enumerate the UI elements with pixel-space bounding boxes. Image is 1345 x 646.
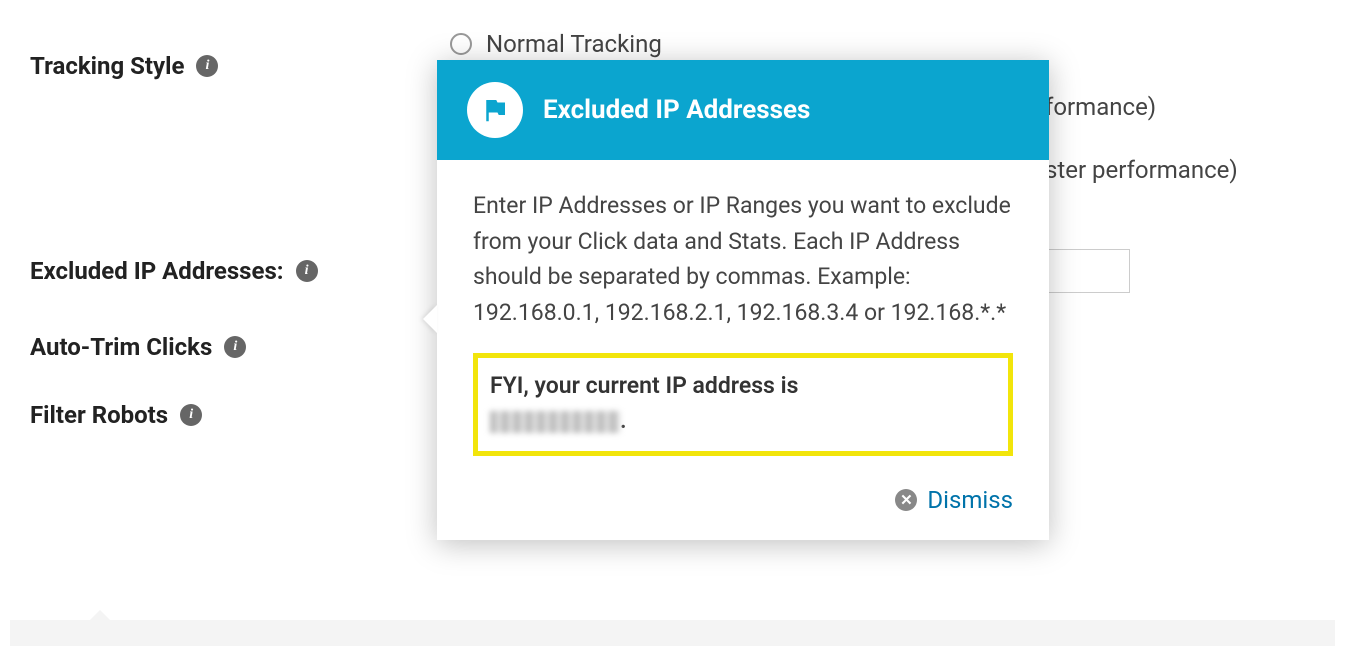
fyi-text: FYI, your current IP address is bbox=[490, 372, 798, 399]
label-tracking-style: Tracking Style i bbox=[30, 30, 450, 80]
current-ip-box: FYI, your current IP address is . bbox=[473, 353, 1013, 456]
tooltip-footer: ✕ Dismiss bbox=[437, 478, 1049, 540]
tooltip-header: Excluded IP Addresses bbox=[437, 60, 1049, 160]
label-text: Filter Robots bbox=[30, 401, 168, 429]
radio-option-2[interactable]: formance) bbox=[1045, 93, 1345, 121]
info-icon[interactable]: i bbox=[196, 55, 218, 77]
info-icon[interactable]: i bbox=[224, 336, 246, 358]
tooltip-excluded-ip: Excluded IP Addresses Enter IP Addresses… bbox=[437, 60, 1049, 540]
radio-normal-tracking[interactable]: Normal Tracking bbox=[450, 30, 1345, 58]
tooltip-body: Enter IP Addresses or IP Ranges you want… bbox=[437, 160, 1049, 478]
radio-icon bbox=[450, 33, 472, 55]
close-icon: ✕ bbox=[895, 489, 917, 511]
settings-form: Tracking Style i Normal Tracking formanc… bbox=[0, 0, 1345, 429]
label-filter-robots: Filter Robots i bbox=[30, 401, 450, 429]
option-label-partial: ster performance) bbox=[1045, 156, 1238, 184]
label-text: Excluded IP Addresses: bbox=[30, 257, 284, 285]
tooltip-description: Enter IP Addresses or IP Ranges you want… bbox=[473, 188, 1013, 331]
tooltip-arrow-icon bbox=[423, 305, 437, 333]
label-excluded-ip: Excluded IP Addresses: i bbox=[30, 249, 450, 285]
radio-option-3[interactable]: ster performance) bbox=[1045, 156, 1345, 184]
label-auto-trim: Auto-Trim Clicks i bbox=[30, 333, 450, 361]
ip-address-redacted bbox=[490, 411, 620, 433]
label-text: Tracking Style bbox=[30, 52, 184, 80]
label-text: Auto-Trim Clicks bbox=[30, 333, 212, 361]
tooltip-title: Excluded IP Addresses bbox=[543, 95, 810, 125]
info-icon[interactable]: i bbox=[296, 260, 318, 282]
option-label: Normal Tracking bbox=[486, 30, 662, 58]
dismiss-label: Dismiss bbox=[927, 486, 1013, 514]
flag-icon bbox=[467, 82, 523, 138]
dismiss-button[interactable]: ✕ Dismiss bbox=[895, 486, 1013, 514]
option-label-partial: formance) bbox=[1045, 93, 1156, 121]
info-icon[interactable]: i bbox=[180, 404, 202, 426]
bottom-arrow-icon bbox=[88, 610, 112, 622]
bottom-bar bbox=[10, 620, 1335, 646]
